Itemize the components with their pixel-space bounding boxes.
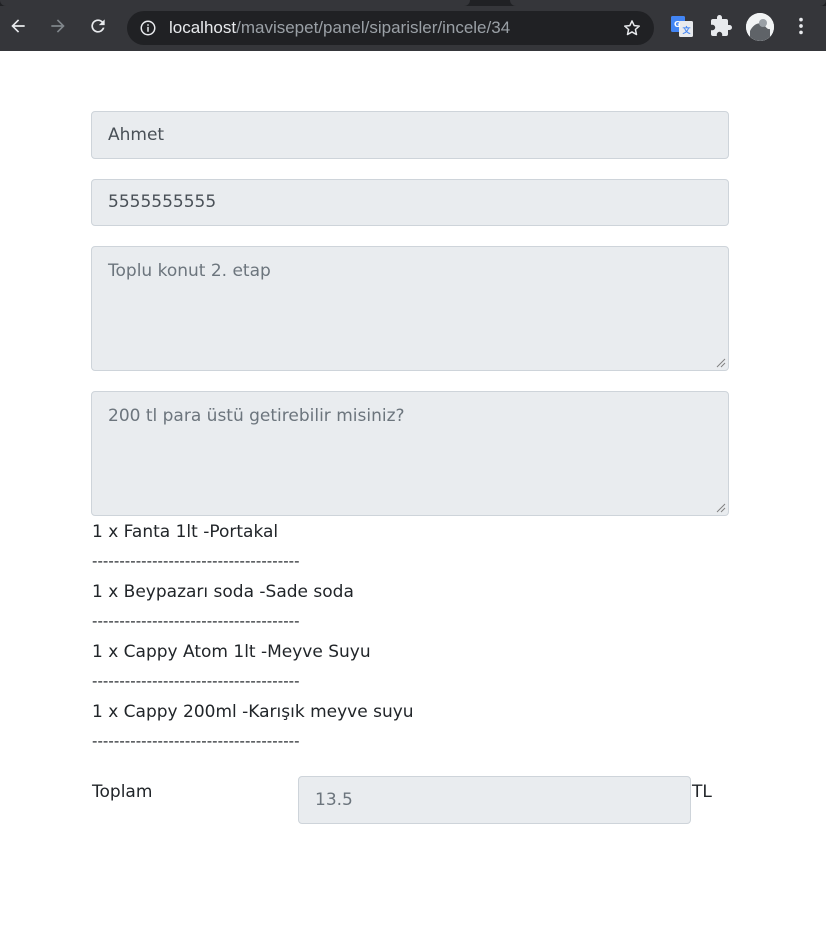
google-translate-icon[interactable]: G 文 (670, 14, 694, 38)
resize-handle-icon[interactable] (716, 358, 726, 368)
item-separator: -------------------------------------- (92, 552, 300, 570)
forward-button[interactable] (44, 12, 72, 40)
puzzle-icon[interactable] (709, 14, 733, 38)
address-textarea[interactable]: Toplu konut 2. etap (91, 246, 729, 371)
profile-picture (746, 13, 774, 41)
inactive-tab-edge[interactable] (510, 0, 826, 6)
url-path: /mavisepet/panel/siparisler/incele/34 (236, 18, 511, 37)
arrow-right-icon (51, 19, 65, 33)
arrow-left-icon (11, 19, 25, 33)
item-separator: -------------------------------------- (92, 732, 300, 750)
star-icon[interactable] (622, 18, 642, 38)
url-text[interactable]: localhost/mavisepet/panel/siparisler/inc… (169, 18, 510, 38)
total-field[interactable]: 13.5 (298, 776, 691, 824)
item-separator: -------------------------------------- (92, 672, 300, 690)
reload-icon (91, 19, 105, 33)
order-note-text: 200 tl para üstü getirebilir misiniz? (108, 406, 405, 426)
svg-text:G: G (674, 20, 681, 29)
currency-label: TL (692, 782, 712, 802)
order-item: 1 x Beypazarı soda -Sade soda (92, 582, 354, 602)
svg-text:文: 文 (683, 25, 692, 35)
browser-toolbar: localhost/mavisepet/panel/siparisler/inc… (0, 0, 826, 51)
order-item: 1 x Cappy Atom 1lt -Meyve Suyu (92, 642, 371, 662)
customer-name-field[interactable]: Ahmet (91, 111, 729, 159)
resize-handle-icon[interactable] (716, 503, 726, 513)
order-item: 1 x Cappy 200ml -Karışık meyve suyu (92, 702, 414, 722)
item-separator: -------------------------------------- (92, 612, 300, 630)
info-icon[interactable] (139, 19, 157, 37)
phone-field[interactable]: 5555555555 (91, 179, 729, 226)
active-tab-edge[interactable] (0, 0, 470, 6)
order-note-textarea[interactable]: 200 tl para üstü getirebilir misiniz? (91, 391, 729, 516)
reload-button[interactable] (84, 12, 112, 40)
back-button[interactable] (4, 12, 32, 40)
address-text: Toplu konut 2. etap (108, 261, 271, 281)
order-item: 1 x Fanta 1lt -Portakal (92, 522, 279, 542)
tab-strip (0, 0, 826, 6)
avatar[interactable] (746, 13, 774, 41)
kebab-menu-icon[interactable] (790, 14, 812, 38)
address-bar[interactable]: localhost/mavisepet/panel/siparisler/inc… (127, 11, 654, 45)
url-host: localhost (169, 18, 237, 37)
total-label: Toplam (92, 782, 153, 802)
